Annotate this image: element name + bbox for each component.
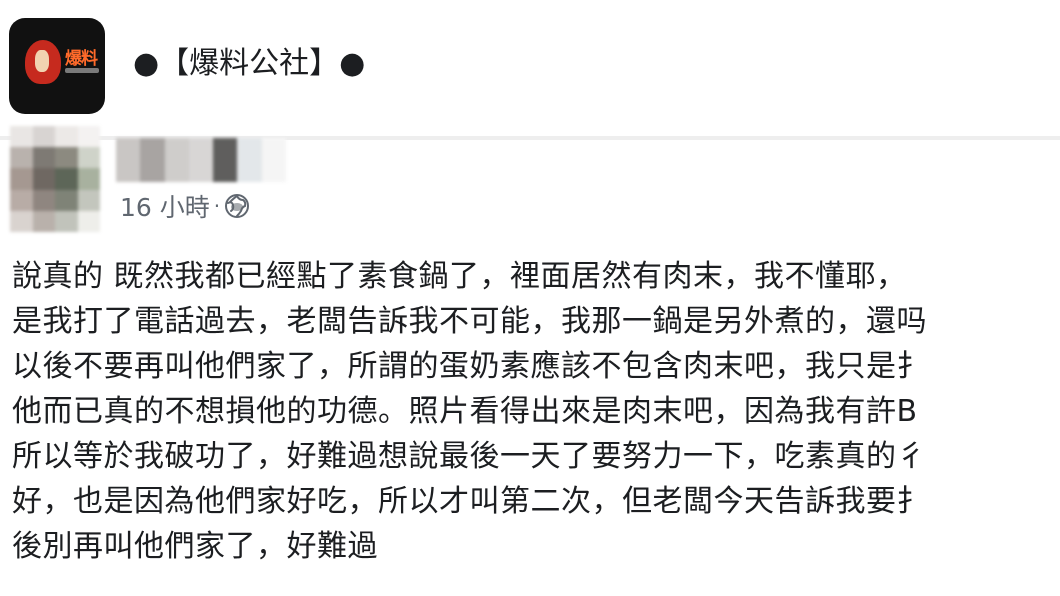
post-text-line: 他而已真的不想損他的功德。照片看得出來是肉末吧，因為我有許B	[12, 394, 918, 429]
logo-subtext	[65, 68, 99, 73]
post-text-line: 所以等於我破功了，好難過想說最後一天了要努力一下，吃素真的彳	[12, 439, 927, 474]
meta-separator: ·	[213, 194, 221, 218]
poster-name-blurred[interactable]	[116, 138, 286, 182]
group-name[interactable]: ●【爆料公社】●	[133, 44, 365, 84]
post-body: 說真的 既然我都已經點了素食鍋了，裡面居然有肉末，我不懂耶， 是我打了電話過去，…	[12, 254, 1060, 569]
post-meta: 16 小時 ·	[120, 188, 250, 224]
globe-icon[interactable]	[224, 193, 250, 219]
group-header: 爆料 ●【爆料公社】●	[0, 0, 1060, 136]
post-text-line: 以後不要再叫他們家了，所謂的蛋奶素應該不包含肉末吧，我只是扌	[12, 349, 927, 384]
post-text-line: 後別再叫他們家了，好難過	[12, 529, 378, 564]
logo-mascot-icon	[25, 40, 61, 84]
post-time[interactable]: 16 小時	[120, 188, 210, 224]
group-logo[interactable]: 爆料	[9, 18, 105, 114]
post-text-line: 好，也是因為他們家好吃，所以才叫第二次，但老闆今天告訴我要扌	[12, 484, 927, 519]
logo-text: 爆料	[65, 49, 98, 69]
poster-avatar-blurred[interactable]	[10, 126, 100, 232]
post-text-line: 說真的 既然我都已經點了素食鍋了，裡面居然有肉末，我不懂耶，	[12, 259, 907, 294]
post-text-line: 是我打了電話過去，老闆告訴我不可能，我那一鍋是另外煮的，還吗	[12, 304, 927, 339]
